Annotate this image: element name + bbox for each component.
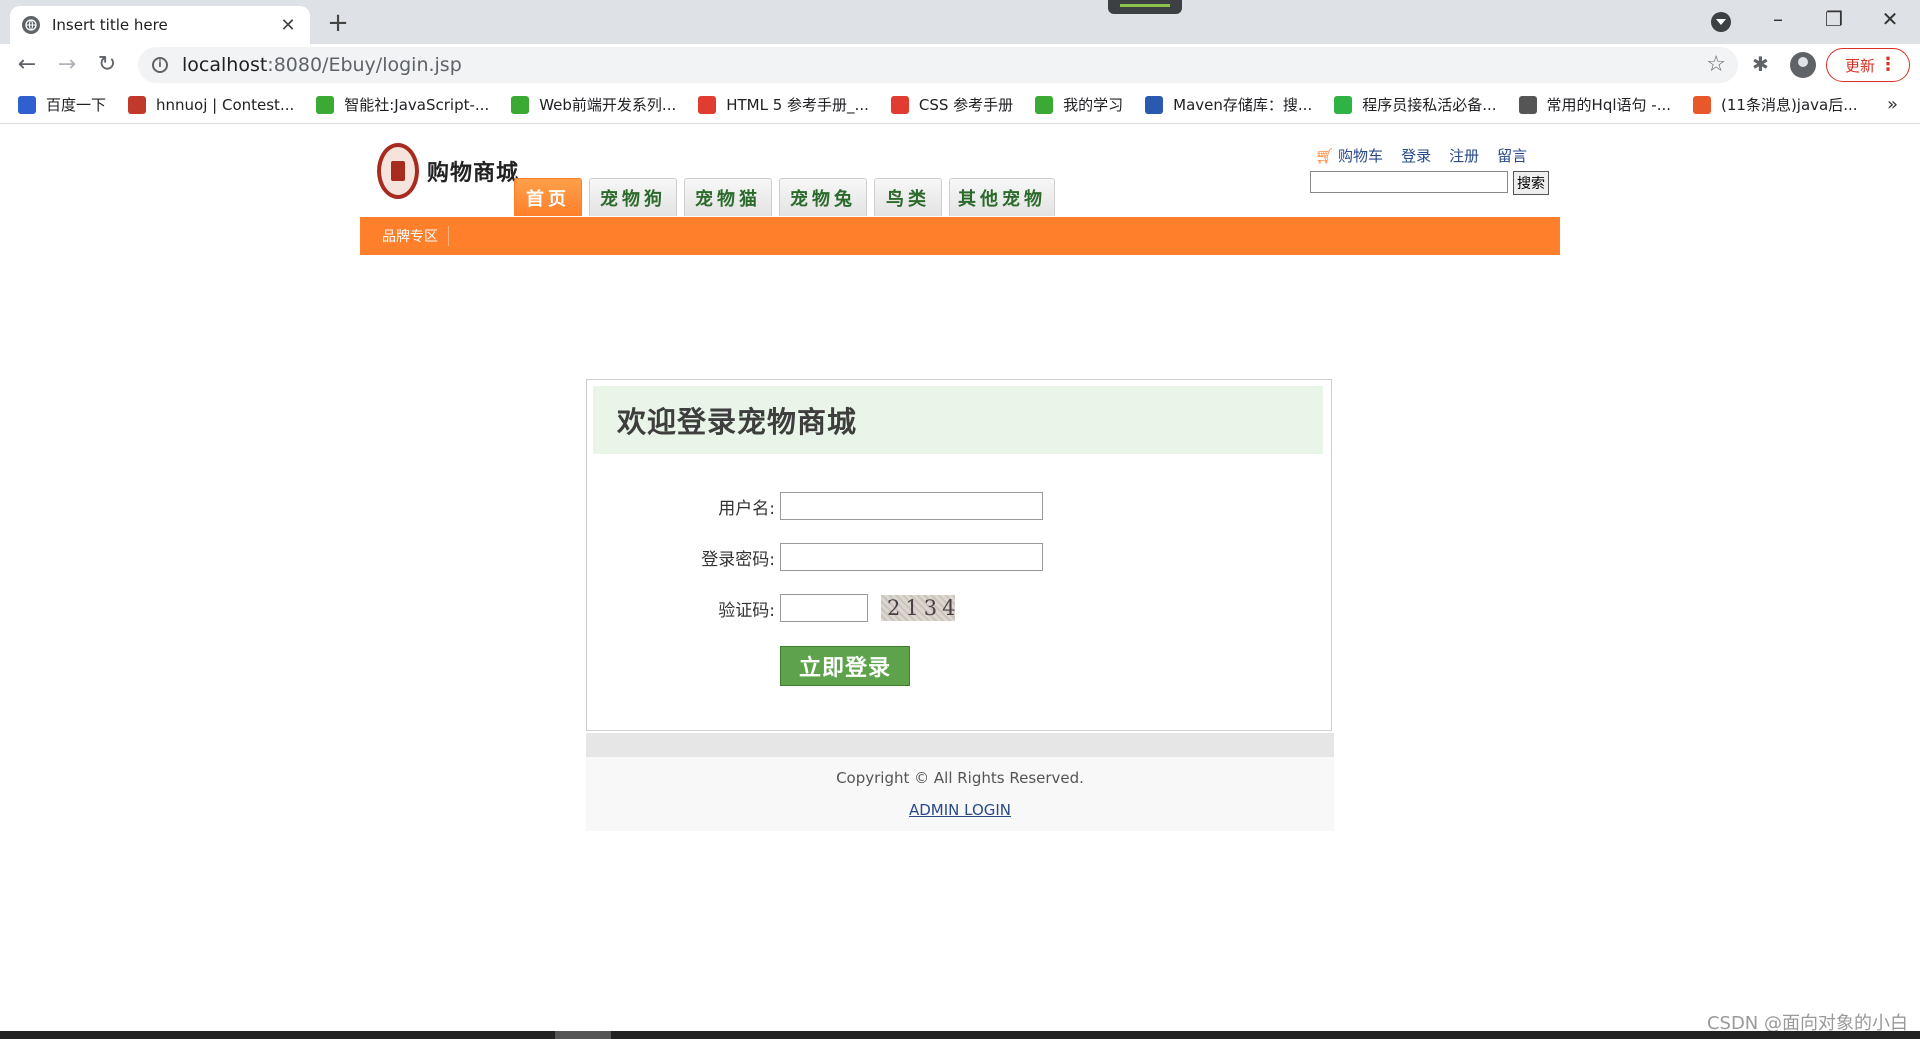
bookmark-item[interactable]: 百度一下 [18,94,106,115]
bookmark-item[interactable]: 我的学习 [1035,94,1123,115]
bookmarks-bar: 百度一下 hnnuoj | Contest... 智能社:JavaScript-..… [0,86,1920,124]
admin-login-link[interactable]: ADMIN LOGIN [586,801,1334,819]
bookmark-label: (11条消息)java后... [1721,96,1858,114]
username-row: 用户名: [587,492,1333,520]
logo-text: 购物商城 [427,160,520,186]
nav-tab[interactable]: 宠物狗 [589,178,677,216]
profile-avatar-icon[interactable] [1790,52,1816,78]
kebab-menu-icon: ⋮ [1879,54,1897,75]
bookmark-star-icon[interactable]: ☆ [1706,52,1726,77]
cart-icon[interactable]: 🛒︎ [1315,147,1334,165]
tab-close-icon[interactable]: ✕ [278,15,298,36]
bookmark-item[interactable]: Maven存储库：搜... [1145,94,1312,115]
bookmark-label: 常用的Hql语句 -... [1546,96,1672,114]
bookmark-favicon-icon [1518,95,1537,114]
new-tab-button[interactable]: + [324,8,352,38]
browser-toolbar: ← → ↻ i localhost:8080/Ebuy/login.jsp ☆ … [0,44,1920,86]
bookmark-favicon-icon [1334,95,1353,114]
update-button[interactable]: 更新 ⋮ [1826,48,1910,82]
browser-tab-strip: Insert title here ✕ + – ❐ ✕ [0,0,1920,44]
forward-arrow-icon[interactable]: → [52,50,82,80]
captcha-image[interactable]: 2134 [881,595,955,621]
media-indicator [1108,0,1182,14]
bookmark-item[interactable]: Web前端开发系列... [511,94,676,115]
bookmark-favicon-icon [1035,95,1054,114]
subnav-item-brand[interactable]: 品牌专区 [382,226,449,246]
site-logo[interactable]: 购物商城 [377,143,519,199]
nav-tab[interactable]: 其他宠物 [949,178,1055,216]
bookmarks-overflow-icon[interactable]: » [1887,94,1898,115]
browser-tab[interactable]: Insert title here ✕ [10,6,310,44]
bookmark-label: 百度一下 [46,96,107,114]
bookmark-item[interactable]: (11条消息)java后... [1693,94,1858,115]
captcha-row: 验证码: 2134 [587,594,1333,622]
nav-tab[interactable]: 鸟类 [874,178,942,216]
bookmark-label: 智能社:JavaScript-... [344,96,490,114]
login-link[interactable]: 登录 [1401,145,1431,166]
copyright-text: Copyright © All Rights Reserved. [836,769,1084,787]
login-panel: 欢迎登录宠物商城 用户名: 登录密码: 验证码: 2134 立即登录 [586,379,1332,731]
bookmark-label: CSS 参考手册 [918,96,1014,114]
search-button[interactable]: 搜索 [1513,171,1549,195]
cart-link[interactable]: 购物车 [1338,145,1383,166]
password-label: 登录密码: [701,550,775,570]
tab-search-icon[interactable] [1711,12,1731,32]
address-bar[interactable]: i localhost:8080/Ebuy/login.jsp ☆ [138,47,1738,83]
captcha-field[interactable] [780,594,868,622]
extensions-puzzle-icon[interactable]: ✱ [1752,52,1769,76]
password-field[interactable] [780,543,1043,571]
bookmark-label: hnnuoj | Contest... [156,95,295,114]
minimize-icon[interactable]: – [1758,4,1798,34]
nav-tab[interactable]: 宠物猫 [684,178,772,216]
bookmark-favicon-icon [1145,95,1164,114]
captcha-label: 验证码: [718,601,775,621]
web-page: 购物商城 首页 宠物狗 宠物猫 宠物兔 鸟类 其他宠物 🛒︎ 购物车 登录 注册 留言 搜… [0,125,1920,1034]
globe-icon [22,16,40,34]
bookmark-favicon-icon [316,95,335,114]
bookmark-item[interactable]: 程序员接私活必备... [1334,94,1497,115]
password-row: 登录密码: [587,543,1333,571]
login-submit-button[interactable]: 立即登录 [780,646,910,686]
tab-title: Insert title here [52,16,168,34]
username-field[interactable] [780,492,1043,520]
bookmark-item[interactable]: 常用的Hql语句 -... [1518,94,1672,115]
update-label: 更新 [1845,56,1876,75]
sub-nav-bar: 品牌专区 [360,217,1560,255]
bookmark-label: Maven存储库：搜... [1173,96,1313,114]
restore-icon[interactable]: ❐ [1814,4,1854,34]
bookmark-favicon-icon [1693,95,1712,114]
bookmark-favicon-icon [698,95,717,114]
message-link[interactable]: 留言 [1497,145,1527,166]
search-input[interactable] [1310,171,1508,193]
reload-icon[interactable]: ↻ [92,50,122,80]
top-links: 🛒︎ 购物车 登录 注册 留言 [1315,145,1545,166]
bookmark-item[interactable]: CSS 参考手册 [890,94,1014,115]
nav-tab[interactable]: 宠物兔 [779,178,867,216]
bookmark-item[interactable]: hnnuoj | Contest... [128,95,295,114]
username-label: 用户名: [718,499,775,519]
login-title: 欢迎登录宠物商城 [617,405,858,439]
footer-divider [586,733,1334,757]
site-footer: Copyright © All Rights Reserved. ADMIN L… [586,757,1334,831]
taskbar-edge [0,1031,1920,1039]
bookmark-label: 我的学习 [1063,96,1124,114]
bookmark-item[interactable]: 智能社:JavaScript-... [316,94,489,115]
bookmark-favicon-icon [511,95,530,114]
bookmark-item[interactable]: HTML 5 参考手册_... [698,94,869,115]
nav-tab[interactable]: 首页 [514,178,582,216]
logo-seal-icon [377,143,419,199]
login-header: 欢迎登录宠物商城 [593,386,1323,454]
window-close-icon[interactable]: ✕ [1870,4,1910,34]
bookmark-label: 程序员接私活必备... [1362,96,1497,114]
site-info-icon[interactable]: i [152,57,168,73]
bookmark-favicon-icon [890,95,909,114]
url-text: localhost:8080/Ebuy/login.jsp [182,54,462,76]
bookmark-label: Web前端开发系列... [539,96,677,114]
bookmark-favicon-icon [128,95,147,114]
bookmark-label: HTML 5 参考手册_... [726,96,869,114]
main-nav: 首页 宠物狗 宠物猫 宠物兔 鸟类 其他宠物 [514,178,1062,216]
bookmark-favicon-icon [18,95,36,114]
register-link[interactable]: 注册 [1449,145,1479,166]
back-arrow-icon[interactable]: ← [12,50,42,80]
